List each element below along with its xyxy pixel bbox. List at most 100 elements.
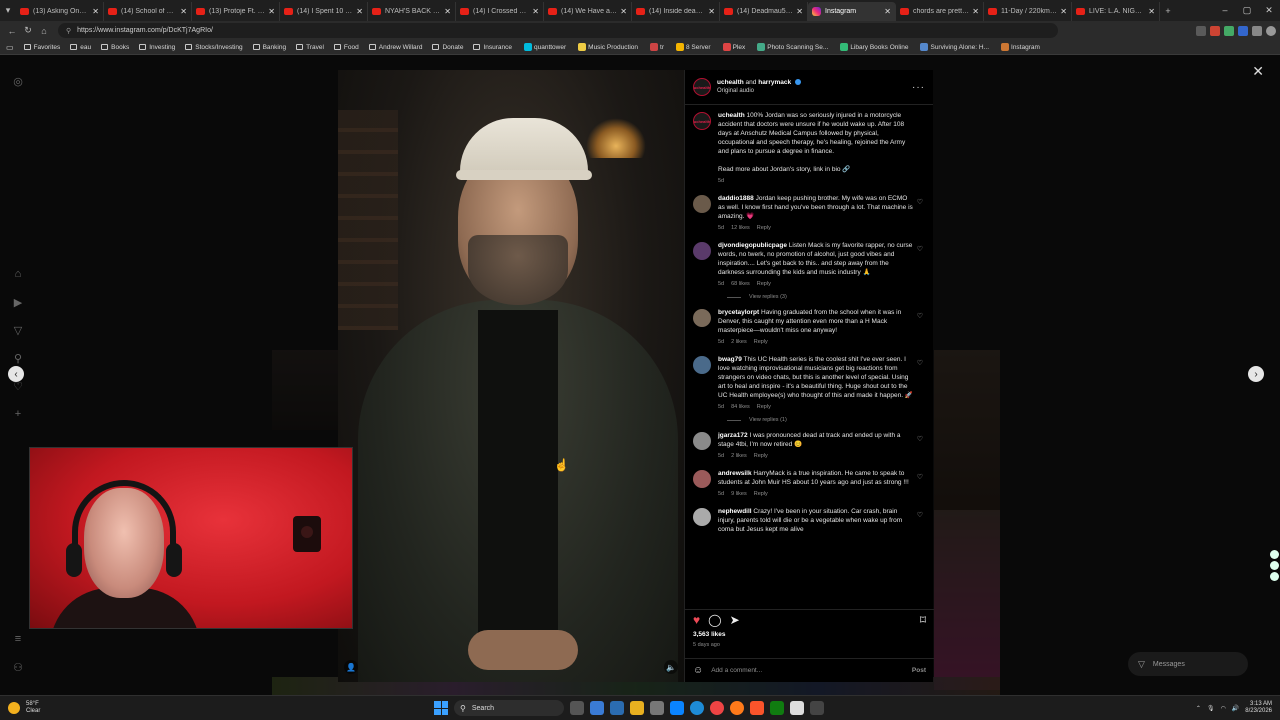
bookmark-item[interactable]: Instagram xyxy=(995,43,1044,51)
brave-browser-icon[interactable] xyxy=(750,701,764,715)
commenter-username[interactable]: brycetaylorpt xyxy=(718,309,759,316)
instagram-logo-icon[interactable]: ◎ xyxy=(11,75,25,89)
comment-reply-button[interactable]: Reply xyxy=(757,224,771,233)
comment-reply-button[interactable]: Reply xyxy=(754,452,768,461)
browser-tab[interactable]: (13) Protoje Ft. Stephe✕ xyxy=(192,2,280,21)
side-tool-icon[interactable] xyxy=(1270,550,1279,559)
network-icon[interactable]: ◠ xyxy=(1221,705,1226,712)
comment-reply-button[interactable]: Reply xyxy=(757,403,771,412)
microphone-icon[interactable]: 🎙 xyxy=(1207,705,1215,712)
more-nav-icon[interactable]: ⚇ xyxy=(11,661,25,675)
close-tab-icon[interactable]: ✕ xyxy=(1060,7,1067,16)
view-replies-button[interactable]: View replies (1) xyxy=(727,417,925,423)
new-tab-button[interactable]: + xyxy=(1160,0,1176,21)
next-post-arrow-icon[interactable]: › xyxy=(1248,366,1264,382)
side-tool-icon[interactable] xyxy=(1270,572,1279,581)
tagged-users-icon[interactable]: 👤 xyxy=(344,660,358,674)
comment-like-heart-icon[interactable]: ♡ xyxy=(917,359,923,367)
task-view-icon[interactable] xyxy=(570,701,584,715)
bookmark-item[interactable]: Stocks/Investing xyxy=(181,44,246,51)
commenter-username[interactable]: jgarza172 xyxy=(718,432,748,439)
comment-like-heart-icon[interactable]: ♡ xyxy=(917,245,923,253)
comment-reply-button[interactable]: Reply xyxy=(754,338,768,347)
browser-tab[interactable]: (14) I Spent 10 Years✕ xyxy=(280,2,368,21)
close-modal-icon[interactable]: ✕ xyxy=(1252,63,1264,80)
side-tool-icon[interactable] xyxy=(1270,561,1279,570)
chrome-browser-icon[interactable] xyxy=(710,701,724,715)
settings-app-icon[interactable] xyxy=(590,701,604,715)
comment-like-heart-icon[interactable]: ♡ xyxy=(917,435,923,443)
like-heart-icon[interactable]: ♥ xyxy=(693,613,700,627)
caption-avatar[interactable]: uchealth xyxy=(693,112,711,130)
file-explorer-icon[interactable] xyxy=(630,701,644,715)
extension-icon[interactable] xyxy=(1196,25,1206,36)
bookmark-item[interactable]: Music Production xyxy=(572,43,642,51)
commenter-avatar[interactable] xyxy=(693,242,711,260)
taskbar-search[interactable]: ⚲ Search xyxy=(454,700,564,716)
comment-likes[interactable]: 68 likes xyxy=(731,280,750,289)
browser-tab[interactable]: (13) Asking One of th✕ xyxy=(16,2,104,21)
bookmarks-icon[interactable]: ▭ xyxy=(6,43,14,52)
close-window-icon[interactable]: ✕ xyxy=(1258,5,1280,16)
comment-reply-button[interactable]: Reply xyxy=(754,490,768,499)
messages-button[interactable]: ▽ Messages xyxy=(1128,652,1248,676)
browser-tab[interactable]: NYAH'S BACK ON T✕ xyxy=(368,2,456,21)
commenter-username[interactable]: nephewdill xyxy=(718,508,752,515)
bookmark-item[interactable]: Insurance xyxy=(469,44,516,51)
close-tab-icon[interactable]: ✕ xyxy=(884,7,891,16)
create-nav-icon[interactable]: + xyxy=(11,408,25,422)
close-tab-icon[interactable]: ✕ xyxy=(444,7,451,16)
reels-nav-icon[interactable]: ▶ xyxy=(11,296,25,310)
close-tab-icon[interactable]: ✕ xyxy=(796,7,803,16)
collab-username[interactable]: harrymack xyxy=(758,79,791,86)
home-nav-icon[interactable]: ⌂ xyxy=(11,268,25,282)
bookmark-item[interactable]: Investing xyxy=(135,44,179,51)
close-tab-icon[interactable]: ✕ xyxy=(532,7,539,16)
notifications-nav-icon[interactable]: ♡ xyxy=(11,380,25,394)
browser-tab[interactable]: 11-Day / 220km Solo✕ xyxy=(984,2,1072,21)
bookmark-item[interactable]: Andrew Willard xyxy=(365,44,427,51)
caption-username[interactable]: uchealth xyxy=(718,112,745,119)
back-icon[interactable]: ← xyxy=(4,26,20,36)
close-tab-icon[interactable]: ✕ xyxy=(708,7,715,16)
commenter-username[interactable]: bwag79 xyxy=(718,356,742,363)
bookmark-item[interactable]: Food xyxy=(330,44,363,51)
maximize-icon[interactable]: ▢ xyxy=(1236,5,1258,16)
weather-widget[interactable]: 58°F Clear xyxy=(8,701,40,715)
post-video[interactable]: 👤 🔈 ☝ xyxy=(338,70,684,682)
bookmark-item[interactable]: Favorites xyxy=(20,44,65,51)
bookmark-item[interactable]: 8 Server xyxy=(670,43,715,51)
direct-nav-icon[interactable]: ▽ xyxy=(11,324,25,338)
profile-icon[interactable] xyxy=(1266,25,1276,36)
add-comment-input[interactable]: Add a comment... xyxy=(711,667,762,674)
browser-tab[interactable]: (14) Inside deadmau5✕ xyxy=(632,2,720,21)
comment-like-heart-icon[interactable]: ♡ xyxy=(917,312,923,320)
bookmark-item[interactable]: eau xyxy=(66,44,95,51)
emoji-icon[interactable]: ☺ xyxy=(693,665,703,676)
minimize-icon[interactable]: – xyxy=(1214,5,1236,16)
menu-nav-icon[interactable]: ≡ xyxy=(11,633,25,647)
commenter-avatar[interactable] xyxy=(693,195,711,213)
browser-tab[interactable]: chords are pretty eas✕ xyxy=(896,2,984,21)
comment-likes[interactable]: 9 likes xyxy=(731,490,747,499)
comment-like-heart-icon[interactable]: ♡ xyxy=(917,473,923,481)
url-input[interactable]: ⚲ https://www.instagram.com/p/DcKTj7AgRI… xyxy=(58,23,1058,38)
comment-likes[interactable]: 84 likes xyxy=(731,403,750,412)
search-nav-icon[interactable]: ⚲ xyxy=(11,352,25,366)
browser-tab[interactable]: (14) We Have a Huge✕ xyxy=(544,2,632,21)
bookmark-item[interactable]: Books xyxy=(97,44,133,51)
clock[interactable]: 3:13 AM 8/23/2026 xyxy=(1245,701,1272,715)
close-tab-icon[interactable]: ✕ xyxy=(972,7,979,16)
comment-like-heart-icon[interactable]: ♡ xyxy=(917,511,923,519)
commenter-username[interactable]: daddio1888 xyxy=(718,195,754,202)
close-tab-icon[interactable]: ✕ xyxy=(1148,7,1155,16)
app-icon[interactable] xyxy=(810,701,824,715)
comment-likes[interactable]: 2 likes xyxy=(731,452,747,461)
extension-icon[interactable] xyxy=(1238,25,1248,36)
browser-tab[interactable]: (14) Deadmau5 disco✕ xyxy=(720,2,808,21)
browser-tab[interactable]: Instagram ✕ xyxy=(808,2,896,21)
volume-icon[interactable]: 🔊 xyxy=(1232,705,1239,712)
bookmark-item[interactable]: Surviving Alone: H... xyxy=(914,43,993,51)
author-username[interactable]: uchealth xyxy=(717,79,744,86)
extension-icon[interactable] xyxy=(1210,25,1220,36)
